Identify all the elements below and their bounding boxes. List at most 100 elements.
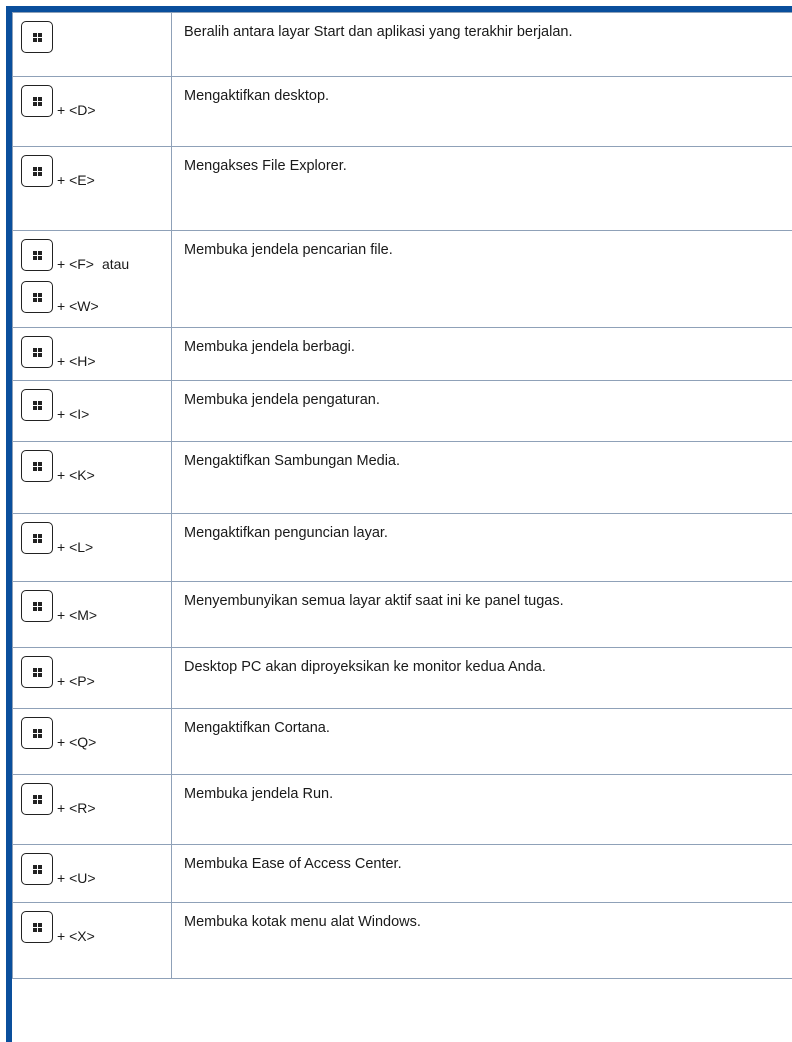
key-combo-label: + <P> [57,673,95,689]
shortcut-keys-cell: + <I> [12,380,172,442]
shortcut-keys-cell: + <F> atau + <W> [12,230,172,328]
windows-logo-icon [32,347,42,357]
key-combo-label: + <W> [57,298,99,314]
key-combination: + <H> [13,328,171,372]
shortcut-description: Desktop PC akan diproyeksikan ke monitor… [171,647,792,709]
shortcut-keys-cell: + <Q> [12,708,172,775]
windows-logo-key-icon [21,590,53,622]
key-combination: + <Q> [13,709,171,753]
key-combo-label: + <H> [57,353,96,369]
shortcut-description: Membuka jendela Run. [171,774,792,845]
windows-logo-icon [32,292,42,302]
table-row: + <L> Mengaktifkan penguncian layar. [12,513,792,582]
key-combo-label: + <R> [57,800,96,816]
key-combination: + <X> [13,903,171,947]
windows-logo-key-icon [21,656,53,688]
key-combination: + <K> [13,442,171,486]
windows-logo-icon [32,96,42,106]
shortcut-description: Mengaktifkan penguncian layar. [171,513,792,582]
shortcut-keys-cell: + <H> [12,327,172,381]
key-combination: + <D> [13,77,171,121]
shortcut-table: Beralih antara layar Start dan aplikasi … [12,12,792,979]
windows-logo-key-icon [21,389,53,421]
key-combination: + <W> [13,275,171,317]
windows-logo-icon [32,794,42,804]
windows-logo-icon [32,728,42,738]
key-combo-label: + <K> [57,467,95,483]
windows-logo-key-icon [21,21,53,53]
table-row: + <Q> Mengaktifkan Cortana. [12,708,792,775]
key-combination: + <U> [13,845,171,889]
windows-logo-key-icon [21,783,53,815]
key-combination: + <L> [13,514,171,558]
shortcut-description: Membuka kotak menu alat Windows. [171,902,792,979]
shortcut-description: Membuka jendela pencarian file. [171,230,792,328]
windows-logo-icon [32,533,42,543]
key-combination: + <P> [13,648,171,692]
shortcut-keys-cell: + <U> [12,844,172,903]
shortcut-description: Membuka Ease of Access Center. [171,844,792,903]
windows-logo-key-icon [21,911,53,943]
table-row: + <U> Membuka Ease of Access Center. [12,844,792,903]
table-row: + <K> Mengaktifkan Sambungan Media. [12,441,792,514]
key-combo-label: + <D> [57,102,96,118]
windows-logo-icon [32,400,42,410]
windows-logo-icon [32,32,42,42]
shortcut-table-body: Beralih antara layar Start dan aplikasi … [12,12,792,979]
key-combo-label: + <L> [57,539,94,555]
shortcut-description: Mengakses File Explorer. [171,146,792,231]
shortcut-keys-cell: + <P> [12,647,172,709]
windows-logo-icon [32,922,42,932]
windows-logo-icon [32,601,42,611]
shortcut-keys-cell: + <R> [12,774,172,845]
key-combo-label: + <Q> [57,734,97,750]
windows-logo-key-icon [21,155,53,187]
table-row: + <E> Mengakses File Explorer. [12,146,792,231]
table-row: + <M> Menyembunyikan semua layar aktif sa… [12,581,792,648]
table-row: + <P> Desktop PC akan diproyeksikan ke mo… [12,647,792,709]
windows-logo-icon [32,461,42,471]
shortcut-keys-cell: + <L> [12,513,172,582]
table-row: Beralih antara layar Start dan aplikasi … [12,12,792,77]
shortcut-description: Beralih antara layar Start dan aplikasi … [171,12,792,77]
key-combo-label: + <F> [57,256,94,272]
windows-logo-key-icon [21,85,53,117]
key-combo-label: + <I> [57,406,90,422]
windows-logo-key-icon [21,717,53,749]
shortcut-keys-cell: + <X> [12,902,172,979]
shortcut-keys-cell: + <K> [12,441,172,514]
windows-logo-key-icon [21,239,53,271]
table-row: + <R> Membuka jendela Run. [12,774,792,845]
windows-logo-key-icon [21,336,53,368]
shortcut-keys-cell: + <M> [12,581,172,648]
key-combination [13,13,171,57]
shortcut-keys-cell: + <D> [12,76,172,147]
key-combo-label: + <X> [57,928,95,944]
shortcut-description: Membuka jendela pengaturan. [171,380,792,442]
key-combination: + <I> [13,381,171,425]
key-combination: + <E> [13,147,171,191]
shortcut-keys-cell [12,12,172,77]
windows-logo-icon [32,166,42,176]
key-combination: + <R> [13,775,171,819]
shortcut-keys-cell: + <E> [12,146,172,231]
shortcut-description: Mengaktifkan desktop. [171,76,792,147]
key-combo-label: + <U> [57,870,96,886]
windows-logo-icon [32,250,42,260]
key-alternative-label: atau [101,256,130,272]
table-row: + <F> atau + <W> Membuka jendela pencarian … [12,230,792,328]
table-row: + <I> Membuka jendela pengaturan. [12,380,792,442]
shortcut-description: Menyembunyikan semua layar aktif saat in… [171,581,792,648]
windows-logo-key-icon [21,522,53,554]
key-combination: + <F> atau [13,231,171,275]
table-row: + <H> Membuka jendela berbagi. [12,327,792,381]
shortcut-description: Mengaktifkan Cortana. [171,708,792,775]
table-row: + <D> Mengaktifkan desktop. [12,76,792,147]
windows-logo-icon [32,864,42,874]
shortcut-description: Membuka jendela berbagi. [171,327,792,381]
windows-logo-icon [32,667,42,677]
shortcut-description: Mengaktifkan Sambungan Media. [171,441,792,514]
key-combination: + <M> [13,582,171,626]
windows-logo-key-icon [21,281,53,313]
windows-logo-key-icon [21,450,53,482]
